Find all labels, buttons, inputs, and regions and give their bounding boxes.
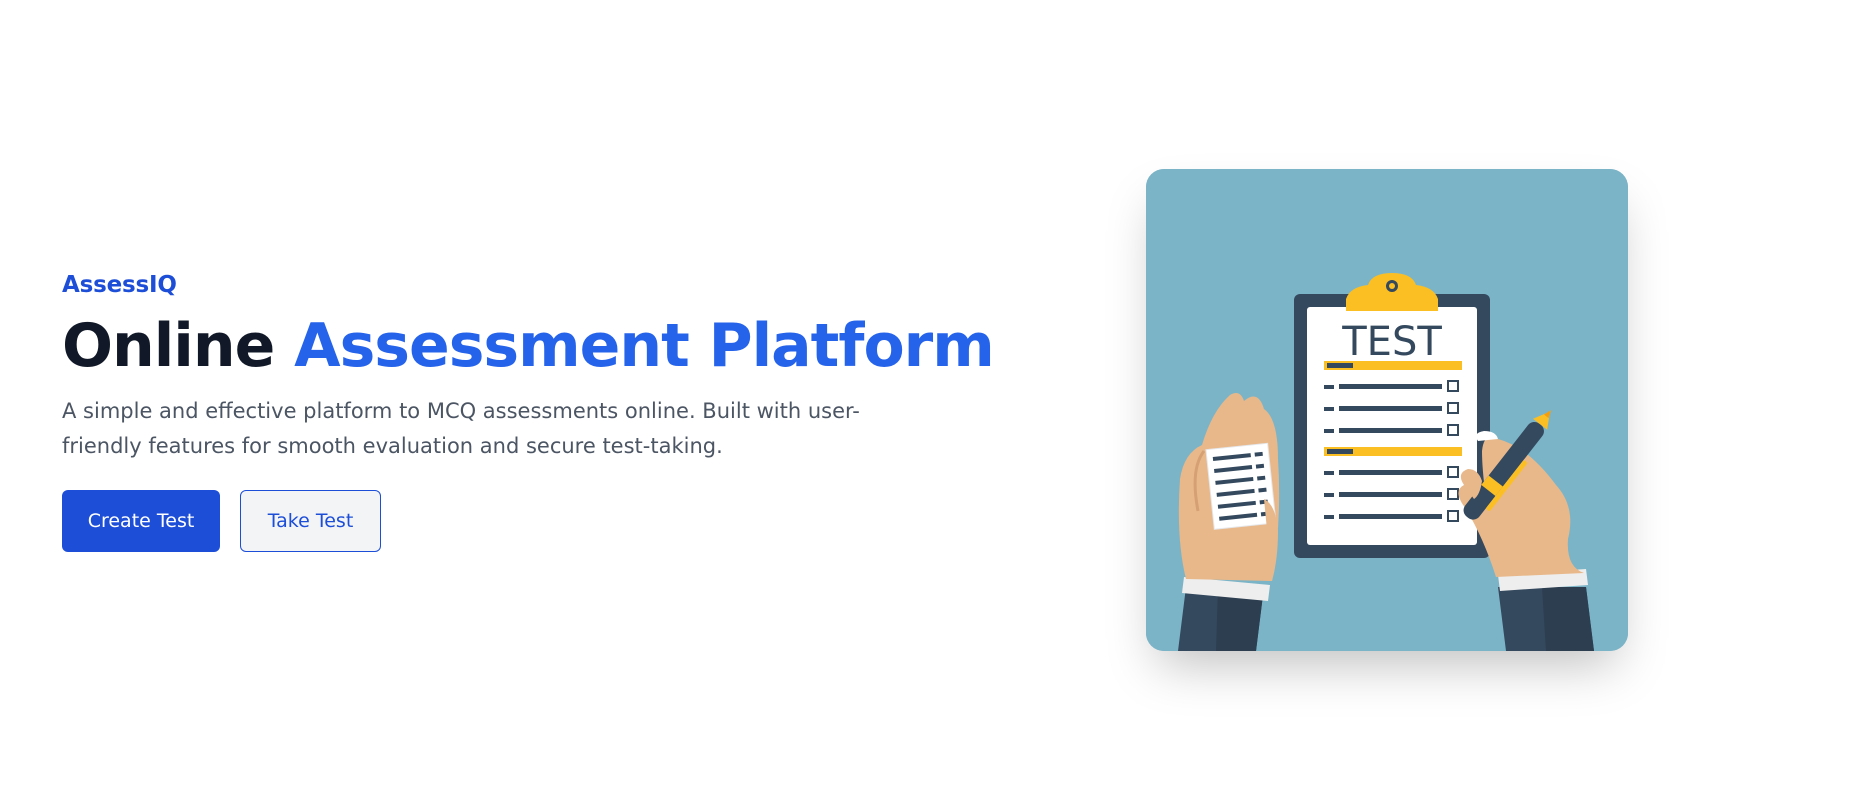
headline-accent: Assessment Platform xyxy=(294,311,995,381)
create-test-button[interactable]: Create Test xyxy=(62,490,220,552)
hero-illustration: TEST xyxy=(1146,169,1628,651)
hero-headline: Online Assessment Platform xyxy=(62,310,995,382)
brand-name: AssessIQ xyxy=(62,272,177,298)
headline-plain: Online xyxy=(62,311,295,381)
hero-actions: Create Test Take Test xyxy=(62,490,942,552)
hero-section: AssessIQ Online Assessment Platform A si… xyxy=(62,270,995,552)
landing-page: AssessIQ Online Assessment Platform A si… xyxy=(0,0,1869,811)
hero-tagline: A simple and effective platform to MCQ a… xyxy=(62,399,860,458)
clipboard-title: TEST xyxy=(1341,319,1442,365)
take-test-button[interactable]: Take Test xyxy=(240,490,381,552)
clipboard-test-illustration: TEST xyxy=(1146,169,1628,651)
